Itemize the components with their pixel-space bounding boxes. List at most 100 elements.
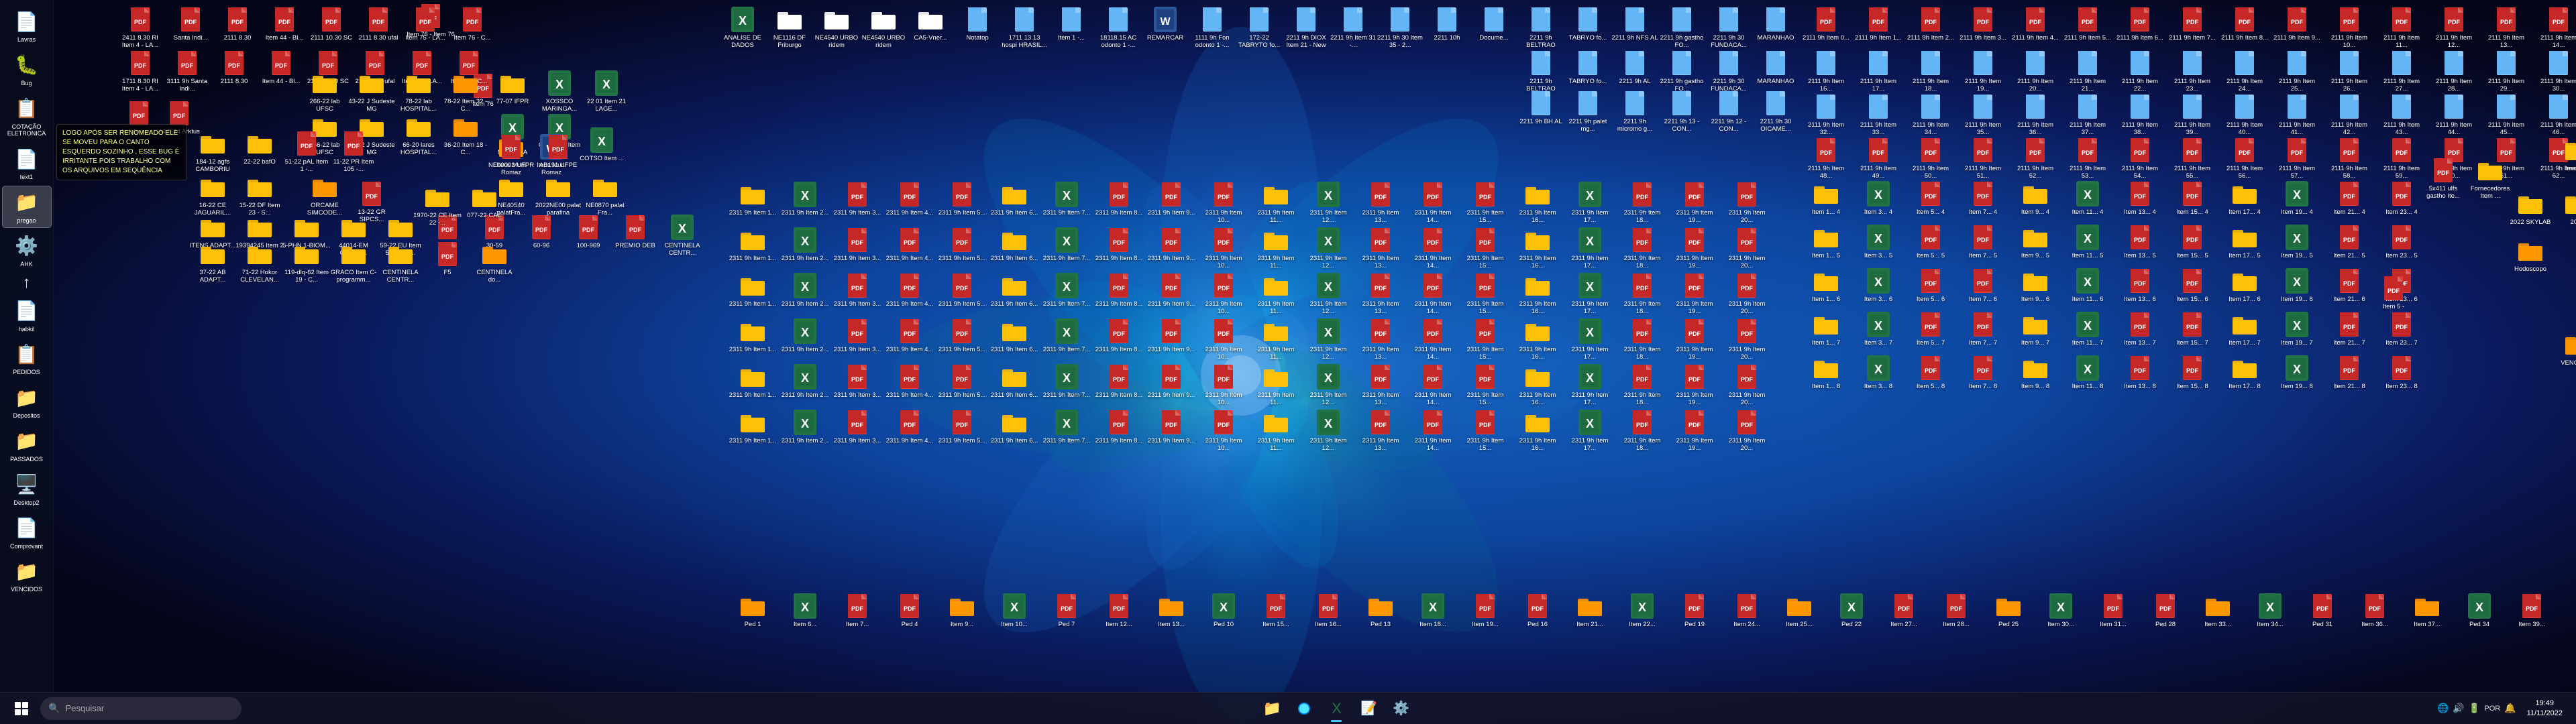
desktop-icon-batch3-19-3[interactable]: PDF 2311 9h Item 20... <box>1720 224 1774 273</box>
desktop-icon-batch3-10-2[interactable]: 2311 9h Item 11... <box>1249 178 1303 227</box>
desktop-icon-batch3-17-3[interactable]: PDF 2311 9h Item 18... <box>1615 224 1669 273</box>
taskbar-edge[interactable] <box>1289 694 1319 723</box>
desktop-icon-batch2-1-7[interactable]: X Item 3... 7 <box>1851 308 1905 349</box>
desktop-icon-bottom-4[interactable]: Item 9... <box>935 590 989 631</box>
desktop-icon-batch3-14-2[interactable]: PDF 2311 9h Item 15... <box>1458 178 1512 227</box>
desktop-icon-batch3-14-5[interactable]: PDF 2311 9h Item 15... <box>1458 315 1512 364</box>
desktop-icon-batch2-5-6[interactable]: X Item 11... 6 <box>2061 265 2114 306</box>
desktop-icon-batch3-11-4[interactable]: X 2311 9h Item 12... <box>1301 269 1355 318</box>
desktop-icon-bottom-29[interactable]: X Item 34... <box>2243 590 2297 631</box>
desktop-icon-batch3-15-5[interactable]: 2311 9h Item 16... <box>1511 315 1564 364</box>
desktop-icon-ne0870[interactable]: NE0870 palat Fra... <box>578 171 632 220</box>
desktop-icon-folder-camb-1[interactable]: 184-12 agfs CAMBORIU <box>186 127 239 176</box>
desktop-icon-bottom-10[interactable]: PDF Item 15... <box>1249 590 1303 631</box>
desktop-icon-batch3-1-4[interactable]: X 2311 9h Item 2... <box>778 269 832 310</box>
desktop-icon-batch2-1-5[interactable]: X Item 3... 5 <box>1851 221 1905 262</box>
desktop-icon-folder-centinela[interactable]: CENTINELA do... <box>468 238 521 287</box>
desktop-icon-bottom-19[interactable]: PDF Item 24... <box>1720 590 1774 631</box>
desktop-icon-batch-6-1[interactable]: 2111 9h Item 22... <box>2113 47 2167 96</box>
desktop-icon-batch3-15-7[interactable]: 2311 9h Item 16... <box>1511 406 1564 455</box>
desktop-icon-batch2-7-7[interactable]: PDF Item 15... 7 <box>2165 308 2219 349</box>
desktop-icon-batch-5-1[interactable]: 2111 9h Item 21... <box>2061 47 2114 96</box>
desktop-icon-bottom-11[interactable]: PDF Item 16... <box>1301 590 1355 631</box>
desktop-icon-cas-vner[interactable]: CA5-Vner... <box>904 3 957 44</box>
desktop-icon-batch-9-2[interactable]: 2111 9h Item 41... <box>2270 90 2324 139</box>
sidebar-item-text1[interactable]: 📄 text1 <box>3 143 51 184</box>
desktop-icon-batch-0-0[interactable]: PDF 2111 9h Item 0... <box>1799 3 1853 44</box>
desktop-icon-grp2-1[interactable]: PDF 1711 8.30 RI Item 4 - LA... <box>113 47 167 96</box>
desktop-icon-grp1-8[interactable]: PDF Item 76 - C... <box>445 3 499 44</box>
desktop-icon-batch3-11-7[interactable]: X 2311 9h Item 12... <box>1301 406 1355 455</box>
desktop-icon-batch3-15-3[interactable]: 2311 9h Item 16... <box>1511 224 1564 273</box>
desktop-icon-batch-2-1[interactable]: 2111 9h Item 18... <box>1904 47 1957 96</box>
desktop-icon-batch-8-1[interactable]: 2111 9h Item 24... <box>2218 47 2271 96</box>
desktop-icon-batch-14-0[interactable]: PDF 2111 9h Item 14... <box>2532 3 2576 52</box>
desktop-icon-bottom-8[interactable]: Item 13... <box>1144 590 1198 631</box>
desktop-icon-batch-12-1[interactable]: 2111 9h Item 28... <box>2427 47 2481 96</box>
desktop-icon-batch-12-0[interactable]: PDF 2111 9h Item 12... <box>2427 3 2481 52</box>
desktop-icon-batch3-15-6[interactable]: 2311 9h Item 16... <box>1511 361 1564 410</box>
scroll-up-arrow[interactable]: ↑ <box>23 274 31 292</box>
desktop-icon-batch2-11-8[interactable]: PDF Item 23... 8 <box>2375 352 2428 393</box>
desktop-icon-batch3-9-2[interactable]: PDF 2311 9h Item 10... <box>1197 178 1250 227</box>
desktop-icon-batch3-12-7[interactable]: PDF 2311 9h Item 13... <box>1354 406 1407 455</box>
desktop-icon-batch2-3-4[interactable]: PDF Item 7... 4 <box>1956 178 2010 219</box>
desktop-icon-fornecedores[interactable]: Fornecedores Item ... <box>2463 154 2517 203</box>
desktop-icon-bottom-27[interactable]: PDF Ped 28 <box>2139 590 2192 631</box>
sidebar-item-desktop2[interactable]: 🖥️ Desktop2 <box>3 469 51 509</box>
desktop-icon-batch3-3-6[interactable]: PDF 2311 9h Item 4... <box>883 361 936 402</box>
desktop-icon-item5-far[interactable]: PDF Item 5 - <box>2367 272 2420 313</box>
desktop-icon-batch-3-1[interactable]: 2111 9h Item 19... <box>1956 47 2010 96</box>
desktop-icon-batch-3-0[interactable]: PDF 2111 9h Item 3... <box>1956 3 2010 44</box>
desktop-icon-batch3-5-4[interactable]: 2311 9h Item 6... <box>987 269 1041 310</box>
desktop-icon-batch3-5-2[interactable]: 2311 9h Item 6... <box>987 178 1041 219</box>
desktop-icon-grp1-7[interactable]: PDF Item 75 - LA... <box>398 3 452 44</box>
sidebar-item-comprovant[interactable]: 📄 Comprovant <box>3 512 51 553</box>
desktop-icon-batch3-3-4[interactable]: PDF 2311 9h Item 4... <box>883 269 936 310</box>
desktop-icon-batch3-8-5[interactable]: PDF 2311 9h Item 9... <box>1144 315 1198 356</box>
desktop-icon-bottom-30[interactable]: PDF Ped 31 <box>2296 590 2349 631</box>
desktop-icon-batch-1-0[interactable]: PDF 2111 9h Item 1... <box>1851 3 1905 44</box>
desktop-icon-batch-4-2[interactable]: 2111 9h Item 36... <box>2008 90 2062 139</box>
desktop-icon-batch2-9-8[interactable]: X Item 19... 8 <box>2270 352 2324 393</box>
desktop-icon-skylab2[interactable]: 2022 <box>2551 188 2576 229</box>
taskbar-notepad[interactable]: 📝 <box>1354 694 1383 723</box>
desktop-icon-cor-bl-4[interactable]: 2211 9h 13 - CON... <box>1655 87 1709 136</box>
desktop-icon-fn-2211[interactable]: 2211 9h DIOX Item 21 - New <box>1279 3 1333 52</box>
desktop-icon-batch3-6-7[interactable]: X 2311 9h Item 7... <box>1040 406 1093 447</box>
desktop-icon-batch3-12-4[interactable]: PDF 2311 9h Item 13... <box>1354 269 1407 318</box>
desktop-icon-ne4540-urbo2[interactable]: NE4540 URBO ridem <box>857 3 910 52</box>
desktop-icon-batch-6-0[interactable]: PDF 2111 9h Item 6... <box>2113 3 2167 44</box>
desktop-icon-batch2-10-5[interactable]: PDF Item 21... 5 <box>2322 221 2376 262</box>
desktop-icon-bottom-16[interactable]: Item 21... <box>1563 590 1617 631</box>
desktop-icon-batch3-3-3[interactable]: PDF 2311 9h Item 4... <box>883 224 936 265</box>
desktop-icon-batch2-3-6[interactable]: PDF Item 7... 6 <box>1956 265 2010 306</box>
desktop-icon-batch2-10-8[interactable]: PDF Item 21... 8 <box>2322 352 2376 393</box>
desktop-icon-batch3-13-7[interactable]: PDF 2311 9h Item 14... <box>1406 406 1460 455</box>
desktop-icon-batch3-13-2[interactable]: PDF 2311 9h Item 14... <box>1406 178 1460 227</box>
desktop-icon-batch3-0-2[interactable]: 2311 9h Item 1... <box>726 178 780 219</box>
desktop-icon-batch3-18-4[interactable]: PDF 2311 9h Item 19... <box>1668 269 1721 318</box>
desktop-icon-bottom-25[interactable]: X Item 30... <box>2034 590 2088 631</box>
desktop-icon-batch3-17-5[interactable]: PDF 2311 9h Item 18... <box>1615 315 1669 364</box>
desktop-icon-batch3-2-2[interactable]: PDF 2311 9h Item 3... <box>830 178 884 219</box>
desktop-icon-batch2-11-7[interactable]: PDF Item 23... 7 <box>2375 308 2428 349</box>
desktop-icon-batch3-18-3[interactable]: PDF 2311 9h Item 19... <box>1668 224 1721 273</box>
desktop-icon-batch-14-1[interactable]: 2111 9h Item 30... <box>2532 47 2576 96</box>
desktop-icon-batch3-6-5[interactable]: X 2311 9h Item 7... <box>1040 315 1093 356</box>
desktop-icon-nf1111-fon[interactable]: 1111 9h Fon odonto 1 -... <box>1185 3 1239 52</box>
desktop-icon-batch3-1-2[interactable]: X 2311 9h Item 2... <box>778 178 832 219</box>
desktop-icon-item-1-1[interactable]: Item 1 -... <box>1044 3 1098 44</box>
desktop-icon-vencidos2[interactable]: VENCIDOS <box>2551 328 2576 369</box>
desktop-icon-batch-7-3[interactable]: PDF 2111 9h Item 55... <box>2165 134 2219 183</box>
desktop-icon-bottom-0[interactable]: Ped 1 <box>726 590 780 631</box>
desktop-icon-batch2-5-4[interactable]: X Item 11... 4 <box>2061 178 2114 219</box>
desktop-icon-folder-set1-1[interactable]: 266-22 lab UFSC <box>298 67 352 116</box>
desktop-icon-folder-ce2[interactable]: CENTINELA CENTR... <box>374 238 427 287</box>
desktop-icon-bottom-5[interactable]: X Item 10... <box>987 590 1041 631</box>
desktop-icon-batch-12-2[interactable]: 2111 9h Item 44... <box>2427 90 2481 139</box>
desktop-icon-batch-8-0[interactable]: PDF 2111 9h Item 8... <box>2218 3 2271 44</box>
desktop-icon-batch2-8-6[interactable]: Item 17... 6 <box>2218 265 2271 306</box>
desktop-icon-batch3-2-4[interactable]: PDF 2311 9h Item 3... <box>830 269 884 310</box>
desktop-icon-batch3-19-6[interactable]: PDF 2311 9h Item 20... <box>1720 361 1774 410</box>
